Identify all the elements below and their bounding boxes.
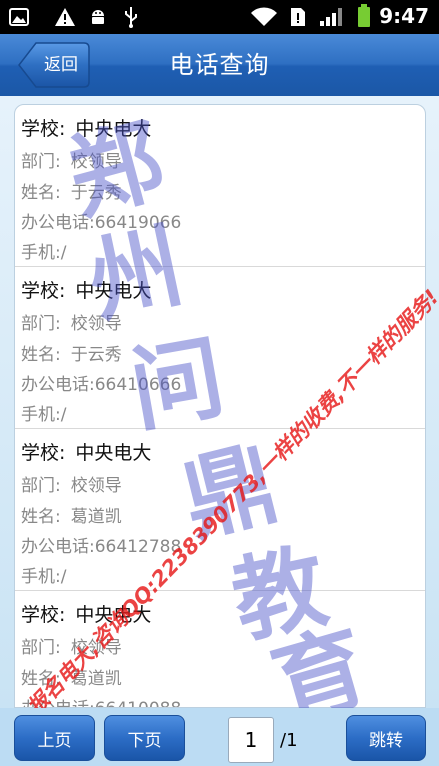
usb-icon xyxy=(120,6,142,28)
status-bar: 9:47 xyxy=(0,0,439,34)
sim-alert-icon xyxy=(287,6,309,28)
prev-page-button[interactable]: 上页 xyxy=(14,715,95,761)
entry-school: 学校: 中央电大 xyxy=(21,438,151,465)
entry-label: 姓名: xyxy=(21,669,61,689)
entry-value: 校领导 xyxy=(70,152,122,172)
entry-mobile: 手机:/ xyxy=(21,400,66,425)
entry-value: 葛道凯 xyxy=(70,507,122,527)
page-title: 电话查询 xyxy=(169,51,270,79)
entry-department: 部门: 校领导 xyxy=(21,633,122,658)
list-item[interactable]: 学校:中央电大部门:校领导姓名:葛道凯办公电话:66410088手机:/ xyxy=(15,591,425,707)
entry-value: 葛道凯 xyxy=(70,669,122,689)
battery-icon xyxy=(356,4,372,27)
entry-label: 部门: xyxy=(21,476,61,496)
wifi-icon xyxy=(250,6,278,28)
entry-office-phone: 办公电话:66419066 xyxy=(21,208,181,233)
content-area: 学校: 中央电大 部门: 校领导 姓名: 于云秀 办公电话:66419066 手机:/学校: 中… xyxy=(0,96,439,708)
entry-value: 66410088 xyxy=(95,699,182,707)
entry-label: 姓名: xyxy=(21,345,61,365)
pager-bar: 上页 下页 /1 跳转 xyxy=(0,708,439,766)
entry-school: 学校: 中央电大 xyxy=(21,276,151,303)
entry-value: / xyxy=(60,243,67,263)
entry-name: 姓名: 于云秀 xyxy=(21,178,122,203)
entry-value: 中央电大 xyxy=(75,280,152,302)
entry-value: / xyxy=(60,567,67,587)
entry-name: 姓名: 葛道凯 xyxy=(21,502,122,527)
entry-name: 姓名: 葛道凯 xyxy=(21,664,122,689)
entry-label: 办公电话: xyxy=(21,375,95,395)
list-item[interactable]: 学校: 中央电大 部门: 校领导 姓名: 于云秀办公电话:66410666 手机:/ xyxy=(15,267,425,429)
entry-value: 校领导 xyxy=(70,314,122,334)
entry-label: 部门: xyxy=(21,152,61,172)
entry-value: 校领导 xyxy=(70,638,122,658)
page-number-input[interactable] xyxy=(228,717,274,763)
status-time: 9:47 xyxy=(379,4,429,28)
entry-value: 66419066 xyxy=(94,213,182,233)
entry-office-phone: 办公电话:66410666 xyxy=(21,370,181,395)
entry-label: 部门: xyxy=(21,638,61,658)
entry-department: 部门: 校领导 xyxy=(21,471,122,496)
entry-value: 中央电大 xyxy=(75,604,152,626)
entry-label: 学校: xyxy=(21,280,66,302)
entry-office-phone: 办公电话:66410088 xyxy=(21,694,182,707)
entry-label: 姓名: xyxy=(21,507,61,527)
entry-label: 手机: xyxy=(21,567,61,587)
entry-value: 于云秀 xyxy=(70,183,122,203)
entry-school: 学校: 中央电大 xyxy=(21,114,151,141)
entry-value: 中央电大 xyxy=(75,118,152,140)
entry-value: 中央电大 xyxy=(75,442,152,464)
entry-label: 姓名: xyxy=(21,183,61,203)
jump-button[interactable]: 跳转 xyxy=(346,715,426,761)
title-bar: 返回 电话查询 xyxy=(0,34,439,96)
entry-label: 学校: xyxy=(21,442,66,464)
android-debug-icon xyxy=(87,6,109,28)
entry-label: 学校: xyxy=(21,118,66,140)
entry-label: 办公电话: xyxy=(21,699,95,707)
entry-value: 66410666 xyxy=(94,375,182,395)
entry-label: 办公电话: xyxy=(21,537,95,557)
entry-label: 学校: xyxy=(21,604,66,626)
entry-mobile: 手机:/ xyxy=(21,238,66,263)
signal-icon xyxy=(318,6,344,28)
list-item[interactable]: 学校: 中央电大 部门: 校领导 姓名: 葛道凯办公电话:66412788 手机:/ xyxy=(15,429,425,591)
entry-label: 手机: xyxy=(21,243,61,263)
entry-name: 姓名: 于云秀 xyxy=(21,340,122,365)
entry-label: 办公电话: xyxy=(21,213,95,233)
warning-icon xyxy=(54,6,76,28)
entry-department: 部门: 校领导 xyxy=(21,147,122,172)
entry-value: 于云秀 xyxy=(70,345,122,365)
photo-icon xyxy=(8,6,30,28)
list-item[interactable]: 学校: 中央电大 部门: 校领导 姓名: 于云秀办公电话:66419066 手机:/ xyxy=(15,105,425,267)
entry-value: 校领导 xyxy=(70,476,122,496)
entry-office-phone: 办公电话:66412788 xyxy=(21,532,181,557)
entry-value: 66412788 xyxy=(94,537,182,557)
phone-list[interactable]: 学校: 中央电大 部门: 校领导 姓名: 于云秀 办公电话:66419066 手机:/学校: 中… xyxy=(14,104,426,708)
entry-value: / xyxy=(60,405,67,425)
page-total: /1 xyxy=(280,730,298,751)
entry-label: 部门: xyxy=(21,314,61,334)
entry-department: 部门: 校领导 xyxy=(21,309,122,334)
entry-label: 手机: xyxy=(21,405,61,425)
next-page-button[interactable]: 下页 xyxy=(104,715,185,761)
entry-mobile: 手机:/ xyxy=(21,562,66,587)
entry-school: 学校: 中央电大 xyxy=(21,600,151,627)
